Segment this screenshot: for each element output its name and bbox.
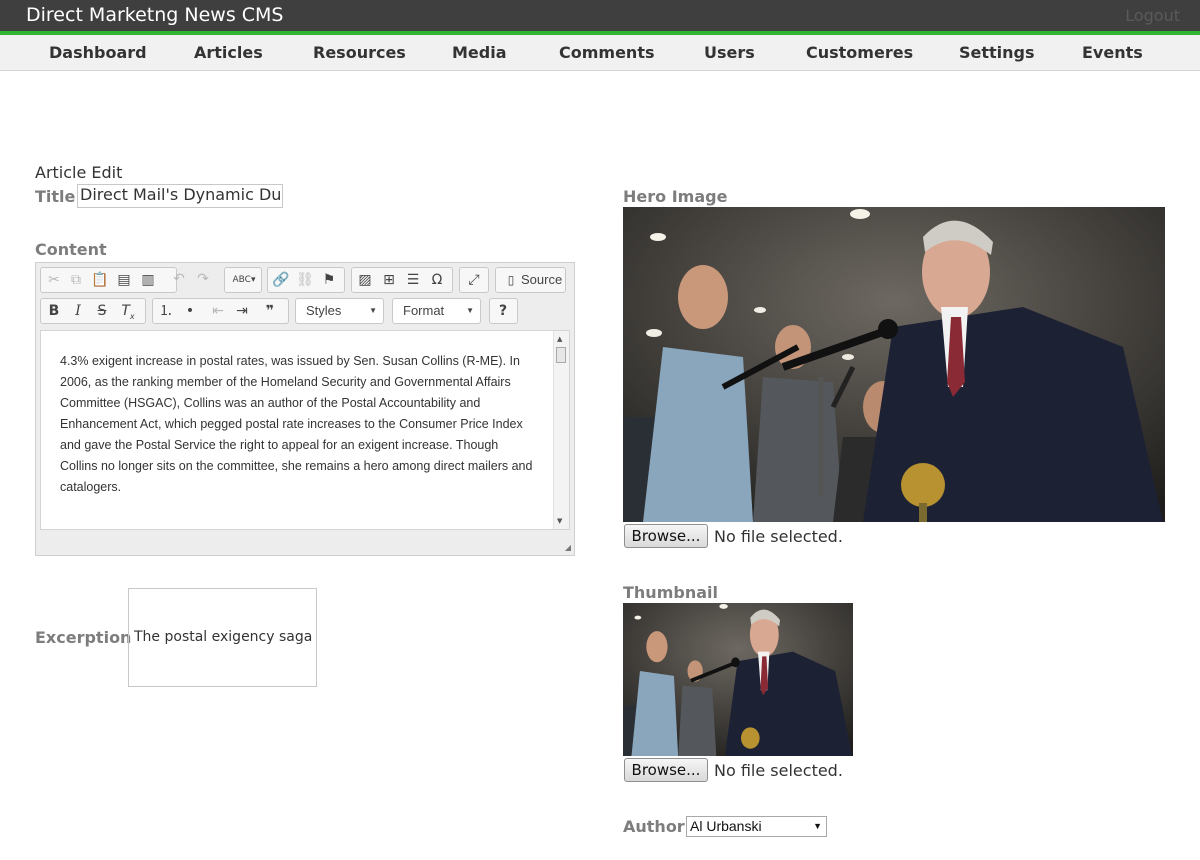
thumbnail-image-preview: [623, 603, 853, 756]
nav-item-comments[interactable]: Comments: [559, 43, 655, 62]
link-icon[interactable]: 🔗: [271, 270, 291, 290]
author-label: Author: [623, 817, 685, 836]
bold-icon[interactable]: B: [44, 301, 64, 321]
spellcheck-toolbar-group: ABC▾: [224, 267, 262, 293]
chevron-down-icon: ▼: [369, 306, 377, 315]
link-toolbar-group: 🔗 ⛓ ⚑: [267, 267, 345, 293]
excerption-input[interactable]: The postal exigency saga co: [128, 588, 317, 687]
excerption-value[interactable]: The postal exigency saga co: [134, 629, 316, 645]
copy-icon[interactable]: ⧉: [66, 270, 86, 290]
bulleted-list-icon[interactable]: •: [180, 301, 200, 321]
source-button[interactable]: ▯ Source: [495, 267, 566, 293]
indent-icon[interactable]: ⇥: [232, 301, 252, 321]
thumbnail-file-status: No file selected.: [714, 761, 843, 780]
nav-item-customeres[interactable]: Customeres: [806, 43, 913, 62]
history-toolbar-group: ↶ ↷: [165, 267, 219, 293]
hero-image-preview: [623, 207, 1165, 522]
styles-dropdown-label: Styles: [306, 303, 342, 318]
chevron-down-icon: ▼: [813, 821, 822, 831]
insert-toolbar-group: ▨ ⊞ ☰ Ω: [351, 267, 453, 293]
nav-item-resources[interactable]: Resources: [313, 43, 406, 62]
title-label: Title: [35, 187, 76, 206]
paragraph-toolbar-group: ⒈ • ⇤ ⇥ ❞: [152, 298, 289, 324]
blockquote-icon[interactable]: ❞: [260, 301, 280, 321]
spellcheck-icon[interactable]: ABC▾: [230, 270, 258, 290]
scroll-down-icon[interactable]: ▼: [557, 517, 562, 525]
maximize-toolbar-group: ⤢: [459, 267, 489, 293]
clipboard-toolbar-group: ✂ ⧉ 📋 ▤ ▥: [40, 267, 177, 293]
content-label: Content: [35, 240, 107, 259]
image-icon[interactable]: ▨: [355, 270, 375, 290]
author-selected-value: Al Urbanski: [690, 818, 762, 834]
outdent-icon[interactable]: ⇤: [208, 301, 228, 321]
main-nav: Dashboard Articles Resources Media Comme…: [0, 35, 1200, 71]
excerption-label: Excerption: [35, 628, 132, 647]
format-dropdown[interactable]: Format ▼: [392, 298, 481, 324]
thumbnail-photo-illustration: [623, 603, 853, 756]
author-select[interactable]: Al Urbanski ▼: [686, 816, 827, 837]
nav-item-events[interactable]: Events: [1082, 43, 1143, 62]
nav-item-dashboard[interactable]: Dashboard: [49, 43, 147, 62]
title-input[interactable]: Direct Mail's Dynamic Duo C: [77, 184, 283, 208]
special-char-icon[interactable]: Ω: [427, 270, 447, 290]
thumbnail-label: Thumbnail: [623, 583, 718, 602]
help-button[interactable]: ?: [489, 298, 518, 324]
source-label: Source: [521, 272, 563, 287]
undo-icon[interactable]: ↶: [169, 269, 189, 289]
scroll-up-icon[interactable]: ▲: [557, 335, 562, 343]
source-icon: ▯: [507, 273, 515, 287]
hero-image-label: Hero Image: [623, 187, 728, 206]
numbered-list-icon[interactable]: ⒈: [156, 301, 176, 321]
resize-handle-icon[interactable]: ◢: [565, 543, 571, 552]
styles-dropdown[interactable]: Styles ▼: [295, 298, 384, 324]
unlink-icon[interactable]: ⛓: [295, 270, 315, 290]
nav-item-articles[interactable]: Articles: [194, 43, 263, 62]
help-icon: ?: [498, 303, 508, 319]
cut-icon[interactable]: ✂: [44, 270, 64, 290]
rich-text-editor: ✂ ⧉ 📋 ▤ ▥ ↶ ↷ ABC▾ 🔗 ⛓ ⚑ ▨ ⊞ ☰ Ω ⤢ ▯ Sou…: [35, 262, 575, 556]
scroll-thumb[interactable]: [556, 347, 566, 363]
editor-content-area[interactable]: 4.3% exigent increase in postal rates, w…: [40, 330, 570, 530]
thumbnail-browse-button[interactable]: Browse...: [624, 758, 708, 782]
basicstyles-toolbar-group: B I S Tx: [40, 298, 146, 324]
hero-photo-illustration: [623, 207, 1165, 522]
nav-item-users[interactable]: Users: [704, 43, 755, 62]
redo-icon[interactable]: ↷: [193, 269, 213, 289]
nav-item-settings[interactable]: Settings: [959, 43, 1035, 62]
maximize-icon[interactable]: ⤢: [464, 270, 484, 290]
hero-file-status: No file selected.: [714, 527, 843, 546]
paste-text-icon[interactable]: ▤: [114, 270, 134, 290]
app-title: Direct Marketng News CMS: [26, 4, 284, 26]
horizontal-line-icon[interactable]: ☰: [403, 270, 423, 290]
remove-format-icon[interactable]: Tx: [118, 301, 138, 321]
paste-icon[interactable]: 📋: [90, 270, 110, 290]
italic-icon[interactable]: I: [68, 301, 88, 321]
anchor-flag-icon[interactable]: ⚑: [319, 270, 339, 290]
nav-item-media[interactable]: Media: [452, 43, 507, 62]
logout-link[interactable]: Logout: [1125, 6, 1180, 25]
strikethrough-icon[interactable]: S: [92, 301, 112, 321]
paste-word-icon[interactable]: ▥: [138, 270, 158, 290]
table-icon[interactable]: ⊞: [379, 270, 399, 290]
chevron-down-icon: ▼: [466, 306, 474, 315]
app-header: Direct Marketng News CMS Logout: [0, 0, 1200, 31]
hero-browse-button[interactable]: Browse...: [624, 524, 708, 548]
editor-scrollbar[interactable]: ▲ ▼: [553, 331, 569, 529]
page-heading: Article Edit: [35, 163, 123, 182]
format-dropdown-label: Format: [403, 303, 445, 318]
content-text[interactable]: 4.3% exigent increase in postal rates, w…: [60, 351, 538, 498]
